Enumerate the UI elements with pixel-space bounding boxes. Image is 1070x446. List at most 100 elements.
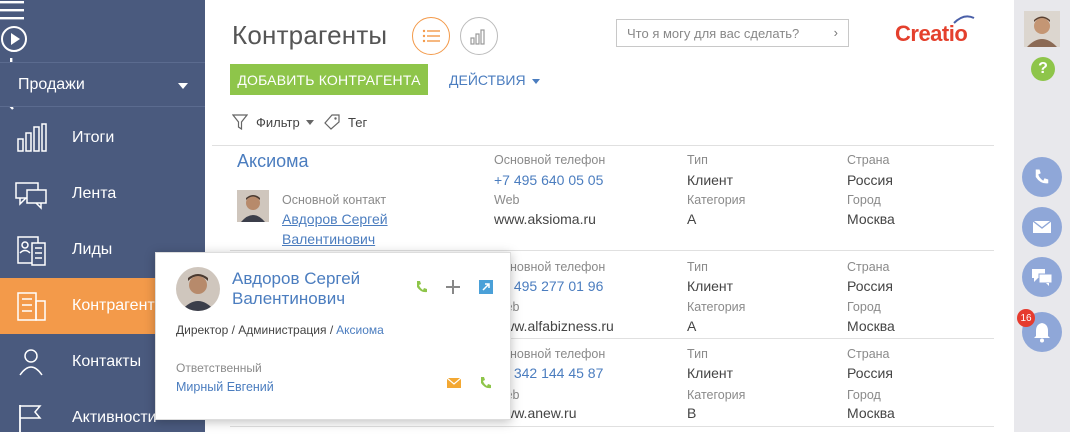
city-value: Москва [847,318,895,334]
notification-count-badge: 16 [1017,309,1035,327]
sidebar-item-label: Итоги [72,129,115,146]
city-label: Город [847,388,881,402]
country-value: Россия [847,365,893,381]
responsible-link[interactable]: Мирный Евгений [176,380,274,394]
page-title: Контрагенты [232,20,388,50]
type-value: Клиент [687,172,734,188]
sidebar-item-label: Активности [72,409,157,426]
communication-panel: ? 16 [1014,0,1070,432]
logo-swoosh-icon [953,15,975,24]
search-placeholder: Что я могу для вас сделать? [627,26,800,41]
contact-name-link[interactable]: Авдоров Сергей Валентинович [232,269,412,309]
plus-icon[interactable] [445,279,461,295]
category-label: Категория [687,388,746,402]
chat-button[interactable] [1022,257,1062,297]
command-search-input[interactable]: Что я могу для вас сделать? › [616,19,849,47]
type-label: Тип [687,153,708,167]
country-label: Страна [847,153,890,167]
country-label: Страна [847,260,890,274]
sidebar-item-dashboards[interactable]: Итоги [0,110,205,166]
city-value: Москва [847,405,895,421]
play-icon[interactable] [0,25,205,58]
country-value: Россия [847,172,893,188]
chevron-right-icon[interactable]: › [834,25,838,40]
divider [230,426,994,427]
building-icon [17,292,46,321]
leads-icon [17,236,46,266]
city-value: Москва [847,211,895,227]
bell-icon [1034,323,1050,343]
category-label: Категория [687,300,746,314]
category-value: B [687,405,697,421]
call-button[interactable] [1022,157,1062,197]
list-view-button[interactable] [412,17,450,55]
category-value: A [687,318,697,334]
add-account-button[interactable]: ДОБАВИТЬ КОНТРАГЕНТА [230,64,428,95]
bar-chart-icon [470,29,485,45]
email-button[interactable] [1022,207,1062,247]
chat-icon [15,182,47,210]
chevron-down-icon [178,83,188,89]
phone-icon [1035,169,1049,184]
bar-chart-icon [17,123,47,152]
chevron-down-icon [531,78,540,84]
avatar [176,267,220,311]
filter-icon [232,114,248,130]
filter-label: Фильтр [256,114,300,130]
avatar [237,190,269,222]
responsible-label: Ответственный [176,361,262,375]
email-icon [1032,220,1052,233]
sidebar-item-label: Лента [72,185,117,202]
category-label: Категория [687,193,746,207]
city-label: Город [847,300,881,314]
divider [212,145,994,146]
list-icon [422,29,440,43]
flag-icon [19,405,42,433]
web-value: www.aksioma.ru [494,211,596,227]
actions-dropdown[interactable]: ДЕЙСТВИЯ [449,72,540,88]
analytics-view-button[interactable] [460,17,498,55]
company-link[interactable]: Аксиома [336,323,384,337]
sidebar-item-feed[interactable]: Лента [0,166,205,222]
type-label: Тип [687,260,708,274]
brand-logo: Creatio [895,15,975,47]
help-button[interactable]: ? [1031,57,1055,81]
tag-icon [324,114,340,130]
contact-link-line2[interactable]: Валентинович [282,231,375,247]
account-name-link[interactable]: Аксиома [237,151,309,172]
sidebar-item-label: Лиды [72,241,113,258]
chevron-down-icon [305,119,314,125]
type-value: Клиент [687,365,734,381]
type-value: Клиент [687,278,734,294]
contact-link-line1[interactable]: Авдоров Сергей [282,211,388,227]
email-icon[interactable] [446,375,462,391]
tag-label: Тег [348,114,368,130]
section-select-label: Продажи [18,75,85,93]
person-icon [19,349,43,376]
phone-value[interactable]: +7 495 640 05 05 [494,172,603,188]
category-value: A [687,211,697,227]
sidebar-item-label: Контрагенты [72,297,167,314]
filter-button[interactable]: Фильтр [232,114,314,130]
chat-icon [1032,269,1053,286]
open-link-icon[interactable] [478,279,494,295]
type-label: Тип [687,347,708,361]
web-value: www.alfabizness.ru [494,318,614,334]
country-value: Россия [847,278,893,294]
contact-label: Основной контакт [282,193,387,207]
phone-label: Основной телефон [494,153,606,167]
contact-job: Директор / Администрация / Аксиома [176,323,384,337]
web-label: Web [494,193,520,207]
section-select[interactable]: Продажи [0,62,205,107]
actions-label: ДЕЙСТВИЯ [449,72,526,88]
user-avatar[interactable] [1024,11,1060,47]
city-label: Город [847,193,881,207]
country-label: Страна [847,347,890,361]
phone-icon[interactable] [414,279,430,295]
sidebar-item-label: Контакты [72,353,142,370]
contact-mini-card: Авдоров Сергей Валентинович Директор / А… [155,252,511,420]
divider [230,250,994,251]
menu-icon[interactable] [0,0,205,25]
phone-icon[interactable] [478,375,494,391]
tag-button[interactable]: Тег [324,114,367,130]
